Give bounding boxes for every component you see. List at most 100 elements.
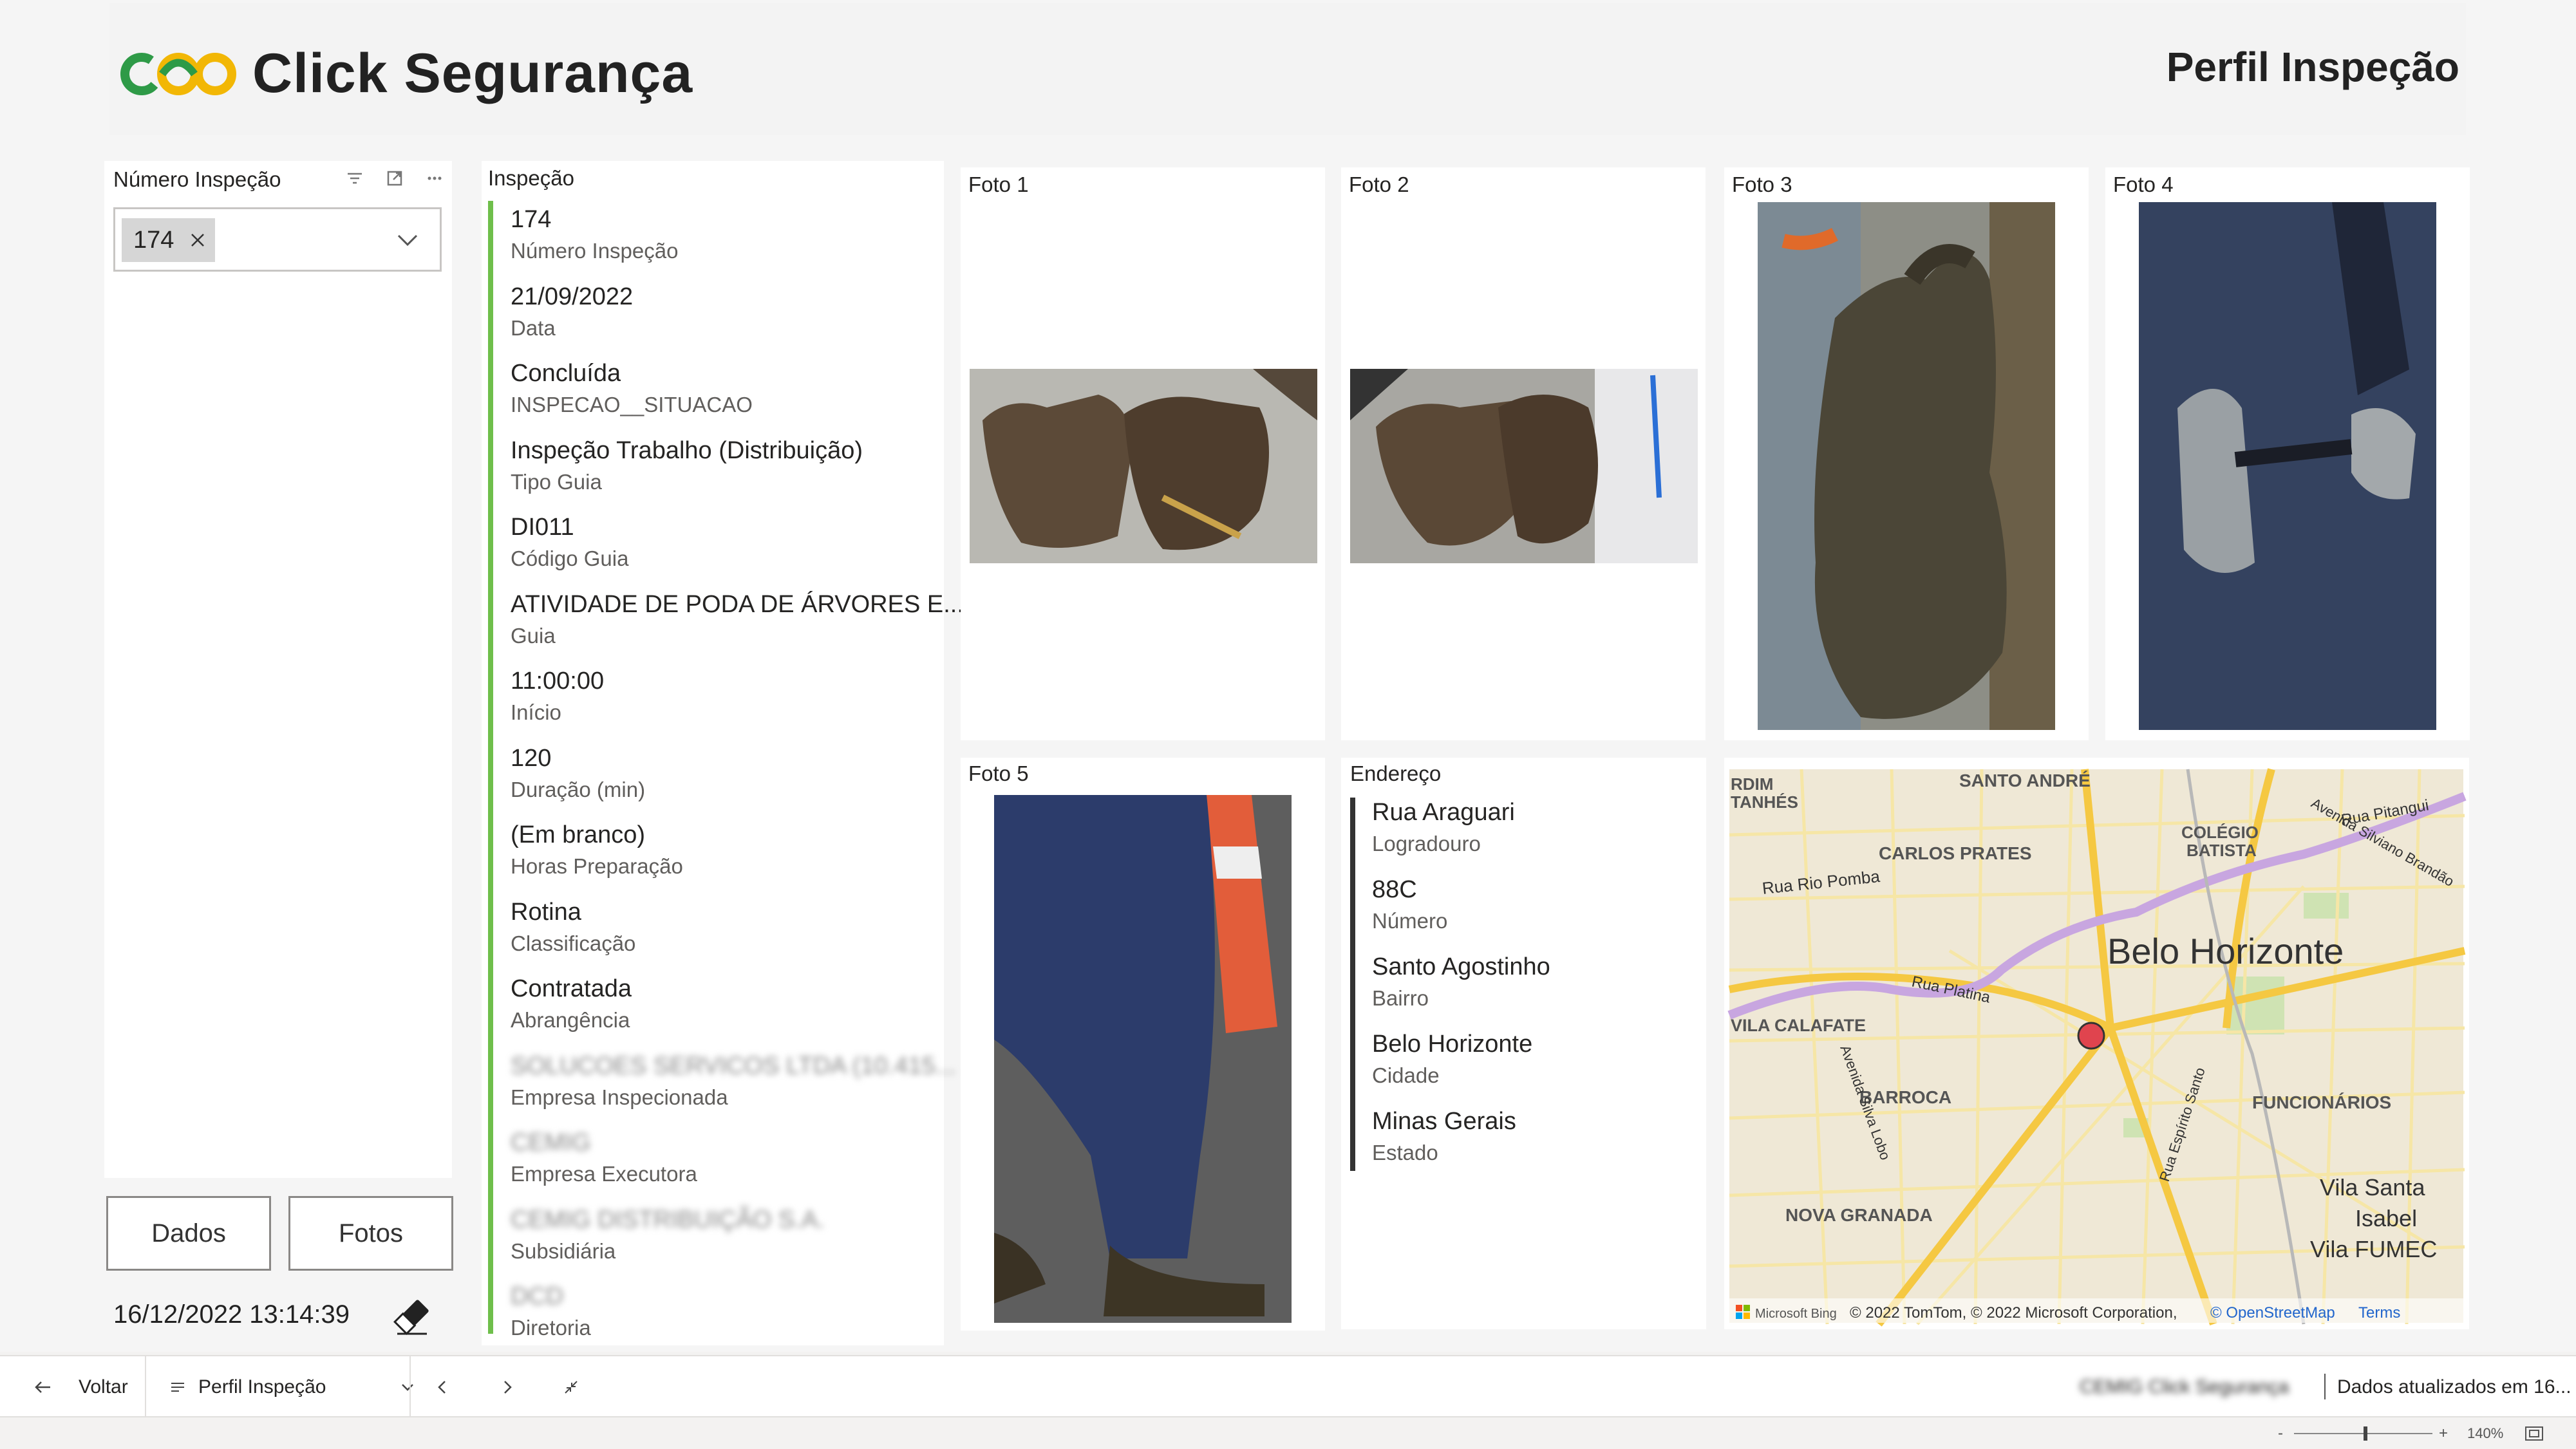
map-label-vila-santa: Vila Santa [2320, 1174, 2425, 1201]
page-selector[interactable]: Perfil Inspeção [169, 1356, 417, 1417]
inspection-field: Rotina Classificação [511, 899, 635, 956]
location-marker-icon[interactable] [2077, 1022, 2105, 1050]
map-attribution-brand: Microsoft Bing [1755, 1307, 1837, 1321]
foto-4-image[interactable] [2139, 202, 2436, 730]
inspection-field: Inspeção Trabalho (Distribuição) Tipo Gui… [511, 437, 863, 494]
back-button[interactable]: Voltar [32, 1356, 128, 1417]
inspection-field: SOLUCOES SERVICOS LTDA (10.415... Empresa… [511, 1052, 955, 1110]
inspection-field-value: DCD [511, 1283, 564, 1310]
address-field-value: Rua Araguari [1372, 799, 1515, 826]
address-field-value: 88C [1372, 876, 1417, 903]
chevron-right-icon [504, 1380, 512, 1394]
address-accent-bar [1350, 798, 1355, 1171]
address-field: Belo Horizonte Cidade [1372, 1031, 1532, 1088]
zoom-out-icon[interactable]: - [2278, 1425, 2283, 1442]
foto-5-title: Foto 5 [968, 762, 1029, 785]
inspection-details-card: Inspeção 174 Número Inspeção 21/09/2022 Dat… [482, 161, 964, 1345]
inspection-card-title: Inspeção [488, 166, 574, 190]
inspection-field: Contratada Abrangência [511, 975, 632, 1033]
foto-1-image[interactable] [970, 369, 1317, 563]
zoom-in-icon[interactable]: + [2439, 1425, 2448, 1442]
more-options-icon[interactable] [425, 169, 444, 188]
slicer-header-icons [345, 169, 444, 188]
refresh-timestamp: 16/12/2022 13:14:39 [113, 1300, 350, 1329]
openstreetmap-link[interactable]: © OpenStreetMap [2210, 1304, 2335, 1322]
foto-5-image[interactable] [994, 795, 1292, 1323]
address-field: Minas Gerais Estado [1372, 1108, 1516, 1165]
slicer-dropdown[interactable]: 174 [113, 207, 442, 272]
inspection-field-value: CEMIG [511, 1129, 591, 1156]
fotos-button[interactable]: Fotos [288, 1196, 453, 1271]
inspection-field-value: CEMIG DISTRIBUIÇÃO S.A. [511, 1206, 825, 1233]
workspace-name: CEMIG Click Segurança [2080, 1376, 2289, 1398]
data-updated-text: Dados atualizados em 16... [2337, 1376, 2571, 1398]
dados-button[interactable]: Dados [106, 1196, 271, 1271]
map-label-funcionarios: FUNCIONÁRIOS [2252, 1092, 2391, 1112]
address-field: Santo Agostinho Bairro [1372, 953, 1550, 1011]
inspection-field-value: 174 [511, 206, 552, 233]
address-field: 88C Número [1372, 876, 1447, 933]
inspection-field: DI011 Código Guia [511, 514, 628, 571]
address-field-label: Bairro [1372, 986, 1429, 1010]
inspection-field-value: Contratada [511, 975, 632, 1002]
map-label-santo-andre: SANTO ANDRÉ [1959, 771, 2091, 790]
address-field-value: Santo Agostinho [1372, 953, 1550, 980]
foto-2-image[interactable] [1350, 369, 1698, 563]
inspection-field-label: Guia [511, 623, 556, 648]
inspection-field-label: Código Guia [511, 547, 629, 570]
map-canvas[interactable]: RDIM TANHÉS SANTO ANDRÉ CARLOS PRATES CO… [1724, 758, 2469, 1329]
inspection-number-slicer[interactable]: Número Inspeção 174 [104, 161, 452, 1178]
foto-4-card: Foto 4 [2105, 167, 2470, 740]
map-label-nova-granada: NOVA GRANADA [1785, 1205, 1933, 1225]
inspection-field-label: Duração (min) [511, 777, 646, 801]
foto-3-image[interactable] [1758, 202, 2055, 730]
location-map[interactable]: RDIM TANHÉS SANTO ANDRÉ CARLOS PRATES CO… [1724, 758, 2469, 1329]
inspection-field-value: 120 [511, 744, 552, 772]
inspection-field-value: Concluída [511, 360, 621, 387]
selected-value: 174 [133, 226, 174, 254]
foto-2-card: Foto 2 [1341, 167, 1706, 740]
previous-page-button[interactable] [433, 1356, 452, 1417]
inspection-field-value: Rotina [511, 898, 581, 926]
inspection-field: 174 Número Inspeção [511, 206, 678, 263]
fit-to-page-icon[interactable] [2524, 1424, 2544, 1443]
chevron-down-icon[interactable] [395, 227, 420, 253]
map-label-carlos-prates: CARLOS PRATES [1879, 843, 2032, 863]
inspection-field-label: Abrangência [511, 1008, 630, 1032]
foto-5-card: Foto 5 [961, 758, 1325, 1331]
foto-3-title: Foto 3 [1732, 173, 1792, 196]
address-field-value: Belo Horizonte [1372, 1031, 1533, 1058]
filter-icon[interactable] [345, 169, 364, 188]
zoom-level: 140% [2467, 1425, 2504, 1441]
address-card: Endereço Rua Araguari Logradouro 88C Número… [1341, 758, 1706, 1329]
inspection-field: CEMIG Empresa Executora [511, 1129, 697, 1186]
terms-link[interactable]: Terms [2358, 1304, 2400, 1322]
nav-divider [2324, 1374, 2326, 1399]
current-page-label: Perfil Inspeção [198, 1376, 326, 1398]
zoom-slider-thumb[interactable] [2364, 1426, 2367, 1441]
next-page-button[interactable] [498, 1356, 517, 1417]
focus-mode-icon[interactable] [385, 169, 404, 188]
clear-selection-icon[interactable] [188, 230, 207, 250]
inspection-field-value: DI011 [511, 514, 574, 541]
inspection-field: Concluída INSPECAO__SITUACAO [511, 360, 753, 417]
back-label: Voltar [79, 1376, 128, 1398]
page-list-icon [171, 1382, 184, 1392]
map-attribution-text: © 2022 TomTom, © 2022 Microsoft Corporat… [1850, 1304, 2177, 1322]
click-seguranca-logo-icon [120, 53, 236, 95]
selected-value-chip[interactable]: 174 [122, 218, 215, 262]
inspection-field: (Em branco) Horas Preparação [511, 821, 683, 879]
chevron-left-icon [438, 1380, 446, 1394]
inspection-field-value: 11:00:00 [511, 668, 605, 695]
report-header: Click Segurança Perfil Inspeção [109, 3, 2466, 135]
address-card-title: Endereço [1350, 762, 1442, 785]
map-label-vila-fumec: Vila FUMEC [2310, 1236, 2437, 1262]
inspection-field-label: Subsidiária [511, 1239, 616, 1263]
inspection-field-label: Data [511, 315, 556, 340]
foto-1-title: Foto 1 [968, 173, 1029, 196]
inspection-field-label: Número Inspeção [511, 239, 679, 263]
inspection-field-label: Horas Preparação [511, 854, 683, 878]
address-field-value: Minas Gerais [1372, 1108, 1516, 1135]
eraser-icon[interactable] [390, 1294, 435, 1339]
exit-fullscreen-button[interactable] [561, 1356, 581, 1417]
